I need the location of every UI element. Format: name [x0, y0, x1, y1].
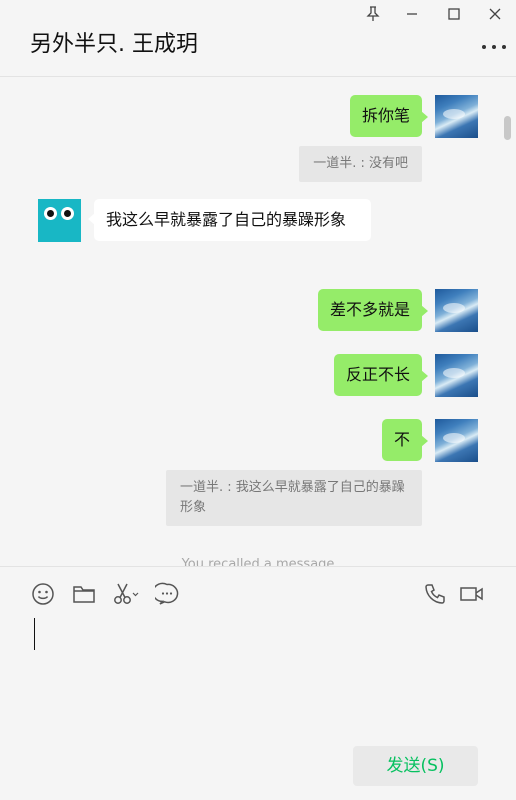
- self-avatar[interactable]: [435, 419, 478, 462]
- outgoing-message-bubble[interactable]: 不: [381, 419, 429, 461]
- close-icon[interactable]: [484, 6, 506, 26]
- title-bar: 另外半只. 王成玥: [0, 0, 516, 77]
- outgoing-message-bubble[interactable]: 拆你笔: [349, 95, 429, 137]
- self-avatar[interactable]: [435, 95, 478, 138]
- scrollbar[interactable]: [504, 116, 511, 140]
- video-call-icon[interactable]: [458, 581, 486, 607]
- minimize-icon[interactable]: [401, 6, 423, 26]
- phone-icon[interactable]: [422, 581, 448, 607]
- quoted-message[interactable]: 一道半. : 我这么早就暴露了自己的暴躁形象: [166, 470, 422, 526]
- message-input[interactable]: [34, 618, 35, 650]
- incoming-message-bubble[interactable]: 我这么早就暴露了自己的暴躁形象: [88, 199, 371, 241]
- outgoing-message-bubble[interactable]: 差不多就是: [317, 289, 429, 331]
- self-avatar[interactable]: [435, 289, 478, 332]
- quoted-message[interactable]: 一道半. : 没有吧: [299, 146, 422, 182]
- emoji-icon[interactable]: [30, 581, 56, 607]
- message-list[interactable]: 拆你笔 一道半. : 没有吧 我这么早就暴露了自己的暴躁形象 差不多就是 反正不…: [0, 78, 516, 566]
- send-button[interactable]: 发送(S): [353, 746, 478, 786]
- recalled-notice: You recalled a message: [181, 557, 335, 566]
- maximize-icon[interactable]: [443, 6, 465, 26]
- composer: 发送(S): [0, 566, 516, 800]
- chat-history-icon[interactable]: [154, 581, 180, 607]
- scissors-icon[interactable]: [112, 581, 140, 607]
- chat-title: 另外半只. 王成玥: [30, 32, 198, 57]
- outgoing-message-bubble[interactable]: 反正不长: [333, 354, 429, 396]
- more-options-icon[interactable]: [482, 40, 506, 54]
- pin-icon[interactable]: [362, 6, 384, 26]
- contact-avatar[interactable]: [38, 199, 81, 242]
- folder-icon[interactable]: [71, 581, 97, 607]
- self-avatar[interactable]: [435, 354, 478, 397]
